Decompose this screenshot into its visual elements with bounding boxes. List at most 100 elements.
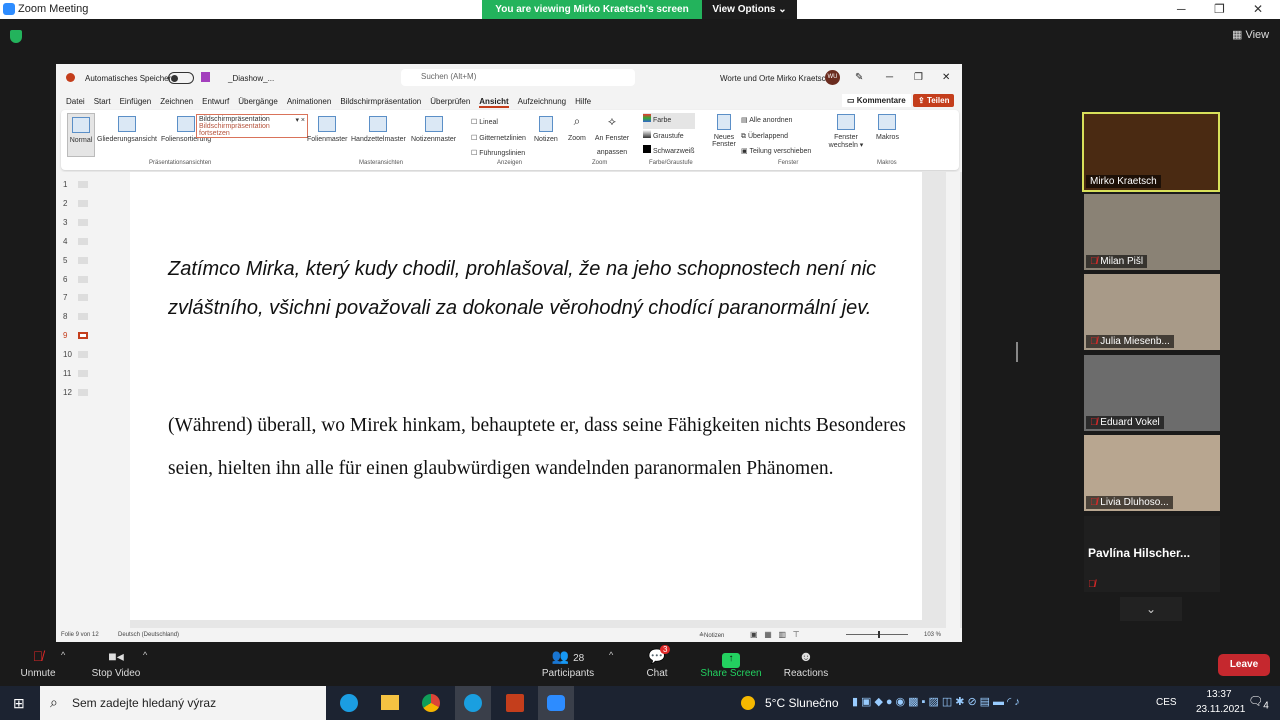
notes-button[interactable]: Notizen bbox=[534, 116, 558, 143]
slide-canvas[interactable]: Zatímco Mirka, který kudy chodil, prohla… bbox=[130, 172, 922, 620]
slide-thumbnail[interactable]: 2 bbox=[63, 199, 88, 208]
tab-datei[interactable]: Datei bbox=[66, 97, 85, 108]
participant-tile[interactable]: 🎙̸ Livia Dluhoso... bbox=[1084, 435, 1220, 511]
slide-thumbnail[interactable]: 5 bbox=[63, 256, 88, 265]
view-button[interactable]: ▦ View bbox=[1232, 28, 1269, 41]
filename[interactable]: _Diashow_... bbox=[228, 74, 274, 83]
tab-ansicht[interactable]: Ansicht bbox=[479, 97, 509, 108]
tab-uebergaenge[interactable]: Übergänge bbox=[238, 97, 278, 108]
leave-button[interactable]: Leave bbox=[1218, 654, 1270, 676]
powerpoint-taskbar-icon[interactable] bbox=[506, 694, 524, 712]
fit-window-button[interactable]: ⟡ An Fenster anpassen bbox=[594, 114, 630, 157]
unmute-button[interactable]: 🎙̸ Unmute bbox=[18, 648, 58, 679]
grayscale-button[interactable]: Graustufe bbox=[643, 129, 695, 145]
ppt-restore-button[interactable]: ❐ bbox=[914, 72, 923, 83]
tab-zeichnen[interactable]: Zeichnen bbox=[160, 97, 193, 108]
notes-master-button[interactable]: Notizenmaster bbox=[411, 116, 456, 143]
zoom-taskbar-icon[interactable] bbox=[538, 686, 574, 720]
tab-start[interactable]: Start bbox=[94, 97, 111, 108]
video-options-caret[interactable]: ^ bbox=[143, 650, 147, 660]
tab-einfuegen[interactable]: Einfügen bbox=[120, 97, 152, 108]
gridlines-checkbox[interactable]: ☐ Gitternetzlinien bbox=[471, 131, 526, 147]
resume-slideshow-link[interactable]: Bildschirmpräsentation fortsetzen bbox=[199, 123, 270, 137]
file-explorer-icon[interactable] bbox=[381, 695, 399, 710]
participants-button[interactable]: 👥 28 Participants bbox=[538, 648, 598, 679]
system-tray-icons[interactable]: ▮▣◆●◉▩▪▨◫✱⊘▤▬◜♪ bbox=[852, 695, 1023, 708]
participant-tile[interactable]: 🎙̸ Julia Miesenb... bbox=[1084, 274, 1220, 350]
participant-tile[interactable]: Mirko Kraetsch bbox=[1082, 112, 1220, 192]
slide-thumbnail[interactable]: 12 bbox=[63, 388, 88, 397]
arrange-all-button[interactable]: ▤ Alle anordnen bbox=[741, 113, 811, 129]
tab-aufzeichnung[interactable]: Aufzeichnung bbox=[518, 97, 566, 108]
audio-options-caret[interactable]: ^ bbox=[61, 650, 65, 660]
slide-thumbnail[interactable]: 1 bbox=[63, 180, 88, 189]
notification-icon[interactable]: 🗨4 bbox=[1248, 694, 1269, 711]
slide-thumbnail[interactable]: 8 bbox=[63, 312, 88, 321]
security-shield-icon[interactable] bbox=[10, 30, 22, 43]
tab-ueberpruefen[interactable]: Überprüfen bbox=[430, 97, 470, 108]
slide-master-button[interactable]: Folienmaster bbox=[307, 116, 347, 143]
ppt-minimize-button[interactable]: ─ bbox=[886, 72, 893, 83]
panel-splitter[interactable] bbox=[1016, 342, 1018, 362]
slideshow-popup[interactable]: Bildschirmpräsentation ▾ × Bildschirmpräs… bbox=[196, 114, 308, 138]
taskbar-app-highlight[interactable] bbox=[455, 686, 491, 720]
macros-button[interactable]: Makros bbox=[876, 114, 899, 141]
move-split-button[interactable]: ▣ Teilung verschieben bbox=[741, 144, 811, 160]
notes-status-button[interactable]: ≙Notizen bbox=[699, 632, 724, 639]
cascade-button[interactable]: ⧉ Überlappend bbox=[741, 129, 811, 145]
edge-icon[interactable] bbox=[340, 694, 358, 712]
participant-tile[interactable]: Pavlína Hilscher... 🎙̸ bbox=[1084, 515, 1220, 592]
slide-thumbnail[interactable]: 11 bbox=[63, 369, 88, 378]
outline-view-button[interactable]: Gliederungsansicht bbox=[97, 116, 157, 143]
tab-entwurf[interactable]: Entwurf bbox=[202, 97, 229, 108]
bw-button[interactable]: Schwarzweiß bbox=[643, 144, 695, 160]
slide-thumbnail[interactable]: 7 bbox=[63, 293, 88, 302]
language-status[interactable]: Deutsch (Deutschland) bbox=[118, 632, 179, 638]
weather-text[interactable]: 5°C Slunečno bbox=[765, 696, 839, 710]
minimize-button[interactable]: ─ bbox=[1177, 2, 1186, 16]
slide-thumbnail[interactable]: 9 bbox=[63, 331, 88, 340]
pen-icon[interactable]: ✎ bbox=[855, 72, 863, 83]
language-indicator[interactable]: CES bbox=[1156, 697, 1177, 708]
user-avatar[interactable]: WU bbox=[825, 70, 840, 85]
participant-tile[interactable]: 🎙̸ Eduard Vokel bbox=[1084, 354, 1220, 431]
tab-bildschirmpraesentation[interactable]: Bildschirmpräsentation bbox=[340, 97, 421, 108]
view-buttons[interactable]: ▣ ▦ ▥ ⊤ bbox=[750, 630, 800, 639]
save-icon[interactable] bbox=[201, 72, 210, 82]
reactions-button[interactable]: ☻ Reactions bbox=[780, 648, 832, 679]
slide-thumbnail[interactable]: 10 bbox=[63, 350, 88, 359]
tab-hilfe[interactable]: Hilfe bbox=[575, 97, 591, 108]
handout-master-button[interactable]: Handzettelmaster bbox=[351, 116, 406, 143]
slide-thumbnail[interactable]: 3 bbox=[63, 218, 88, 227]
comments-button[interactable]: ▭ Kommentare bbox=[842, 94, 911, 107]
ppt-close-button[interactable]: ✕ bbox=[942, 72, 950, 83]
zoom-slider[interactable] bbox=[846, 631, 908, 638]
switch-windows-button[interactable]: Fenster wechseln ▾ bbox=[826, 114, 866, 149]
chrome-icon[interactable] bbox=[422, 694, 440, 712]
view-options-button[interactable]: View Options ⌄ bbox=[702, 0, 797, 19]
ruler-checkbox[interactable]: ☐ Lineal bbox=[471, 115, 526, 131]
zoom-percent[interactable]: 103 % bbox=[924, 632, 941, 638]
vertical-scrollbar[interactable] bbox=[946, 172, 960, 628]
search-input[interactable]: Suchen (Alt+M) bbox=[401, 69, 635, 86]
chat-button[interactable]: 💬 Chat 3 bbox=[640, 645, 674, 679]
participant-tile[interactable]: 🎙̸ Milan Pišl bbox=[1084, 193, 1220, 270]
share-button[interactable]: ⇪ Teilen bbox=[913, 94, 955, 107]
slide-thumbnail[interactable]: 6 bbox=[63, 275, 88, 284]
clock-date[interactable]: 23.11.2021 bbox=[1196, 704, 1245, 715]
clock-time[interactable]: 13:37 bbox=[1196, 689, 1242, 700]
participants-caret[interactable]: ^ bbox=[609, 650, 613, 660]
share-screen-button[interactable]: ↑ Share Screen bbox=[700, 648, 762, 679]
taskbar-search[interactable]: ⌕ Sem zadejte hledaný výraz bbox=[40, 686, 326, 720]
normal-view-button[interactable]: Normal bbox=[67, 113, 95, 157]
new-window-button[interactable]: Neues Fenster bbox=[711, 114, 737, 148]
color-button[interactable]: Farbe bbox=[643, 113, 695, 129]
slide-thumbnail[interactable]: 4 bbox=[63, 237, 88, 246]
maximize-button[interactable]: ❐ bbox=[1214, 2, 1225, 16]
autosave-toggle[interactable] bbox=[168, 72, 194, 84]
close-button[interactable]: ✕ bbox=[1253, 2, 1263, 16]
zoom-button[interactable]: ⌕ Zoom bbox=[568, 114, 586, 143]
gallery-scroll-down[interactable]: ⌄ bbox=[1120, 597, 1182, 621]
tab-animationen[interactable]: Animationen bbox=[287, 97, 331, 108]
windows-start-icon[interactable]: ⊞ bbox=[13, 695, 25, 712]
